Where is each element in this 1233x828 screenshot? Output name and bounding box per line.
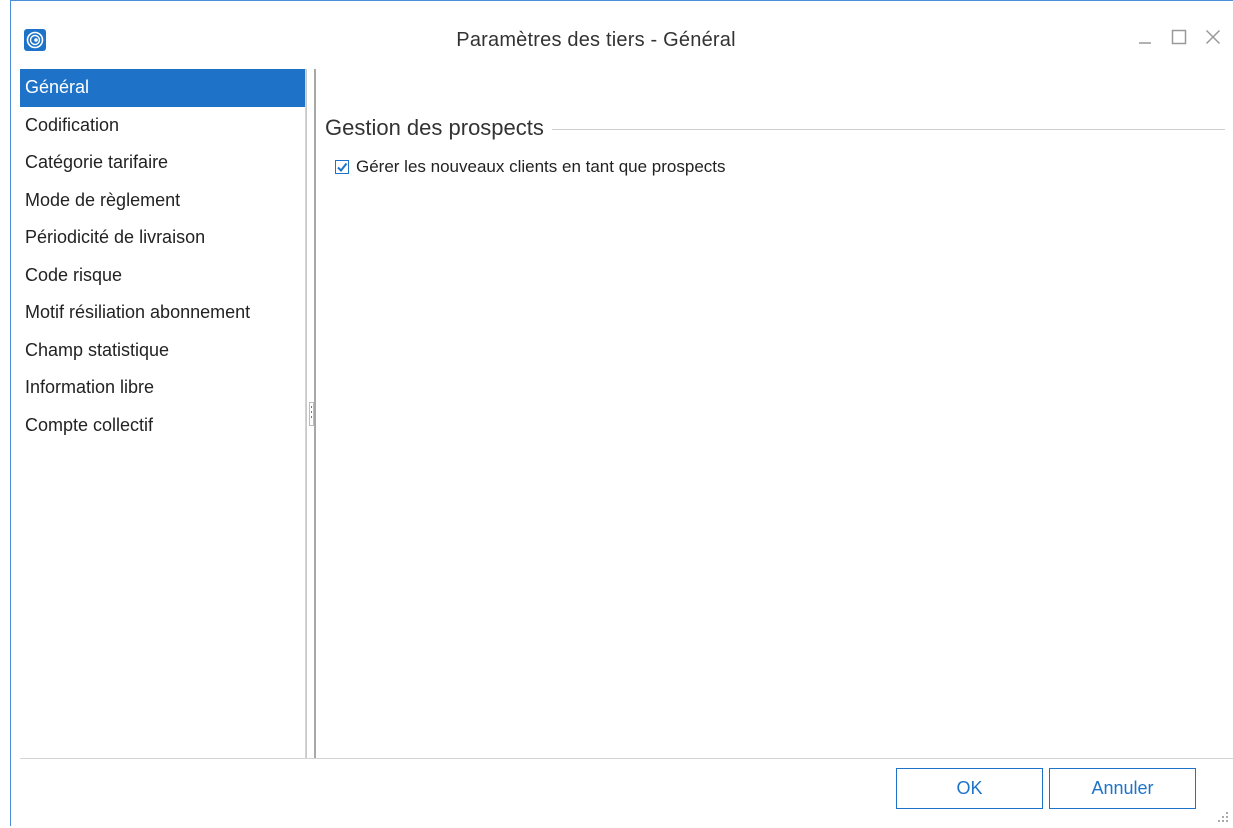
pane-splitter[interactable]	[306, 69, 316, 758]
dialog-window: Paramètres des tiers - Général Général C…	[0, 0, 1233, 826]
window-title: Paramètres des tiers - Général	[456, 29, 736, 51]
close-icon	[1205, 29, 1221, 50]
nav-item-periodicite-de-livraison[interactable]: Périodicité de livraison	[20, 219, 305, 257]
nav-item-code-risque[interactable]: Code risque	[20, 257, 305, 295]
title-bar[interactable]: Paramètres des tiers - Général	[11, 1, 1233, 67]
minimize-icon	[1137, 29, 1153, 50]
resize-grip-icon[interactable]	[1217, 810, 1229, 822]
settings-nav-list: Général Codification Catégorie tarifaire…	[20, 69, 306, 758]
minimize-button[interactable]	[1133, 27, 1157, 51]
nav-item-champ-statistique[interactable]: Champ statistique	[20, 332, 305, 370]
section-divider	[551, 129, 1225, 130]
section-title: Gestion des prospects	[325, 115, 544, 140]
prospects-checkbox-label[interactable]: Gérer les nouveaux clients en tant que p…	[356, 157, 726, 177]
close-button[interactable]	[1201, 27, 1225, 51]
maximize-icon	[1171, 29, 1187, 50]
prospects-checkbox[interactable]	[335, 160, 349, 174]
window-border-left	[10, 0, 11, 826]
nav-item-motif-resiliation-abonnement[interactable]: Motif résiliation abonnement	[20, 294, 305, 332]
nav-item-categorie-tarifaire[interactable]: Catégorie tarifaire	[20, 144, 305, 182]
nav-item-mode-de-reglement[interactable]: Mode de règlement	[20, 182, 305, 220]
nav-item-compte-collectif[interactable]: Compte collectif	[20, 407, 305, 445]
prospects-option[interactable]: Gérer les nouveaux clients en tant que p…	[335, 157, 726, 177]
maximize-button[interactable]	[1167, 27, 1191, 51]
settings-content-pane: Gestion des prospects Gérer les nouveaux…	[317, 69, 1227, 758]
nav-item-information-libre[interactable]: Information libre	[20, 369, 305, 407]
dialog-footer: OK Annuler	[20, 758, 1233, 826]
ok-button[interactable]: OK	[896, 768, 1043, 809]
nav-item-general[interactable]: Général	[20, 69, 305, 107]
cancel-button[interactable]: Annuler	[1049, 768, 1196, 809]
splitter-grip-icon[interactable]	[309, 402, 314, 426]
section-header: Gestion des prospects	[325, 113, 1225, 143]
checkmark-icon	[337, 162, 348, 173]
nav-item-codification[interactable]: Codification	[20, 107, 305, 145]
